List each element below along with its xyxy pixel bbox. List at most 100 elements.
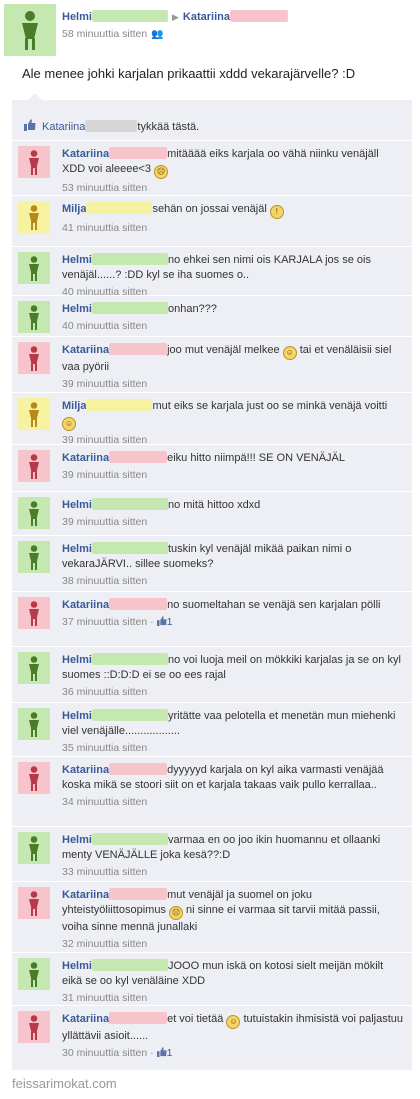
- like-count-value: 1: [166, 616, 173, 628]
- comment-time[interactable]: 31 minuuttia sitten: [62, 992, 147, 1004]
- redacted-name: [91, 498, 168, 510]
- smile-emoticon-icon: ☺: [282, 346, 297, 360]
- comment-body: Katariina joo mut venäjäl melkee ☺ tai et…: [62, 343, 404, 392]
- comment-time-row: 31 minuuttia sitten: [62, 991, 404, 1006]
- commenter-name[interactable]: Helmi: [62, 499, 92, 511]
- commenter-avatar[interactable]: [18, 762, 50, 794]
- comment: Helmi JOOO mun iskä on kotosi sielt meijä…: [12, 952, 412, 1006]
- commenter-name[interactable]: Milja: [62, 203, 86, 215]
- commenter-name[interactable]: Katariina: [62, 599, 109, 611]
- comment-like-count[interactable]: 1: [156, 616, 173, 628]
- commenter-name[interactable]: Katariina: [62, 148, 109, 160]
- commenter-name[interactable]: Katariina: [62, 764, 109, 776]
- commenter-avatar[interactable]: [18, 1011, 50, 1043]
- post-target[interactable]: Katariina: [183, 11, 230, 23]
- commenter-avatar[interactable]: [18, 708, 50, 740]
- redacted-name: [109, 763, 168, 775]
- comment-time[interactable]: 39 minuuttia sitten: [62, 469, 147, 481]
- frown-emoticon-icon: ☹: [169, 906, 183, 920]
- comment-body: Milja sehän on jossai venäjäl ! 41 minuutt…: [62, 202, 404, 236]
- comment-text: et voi tietää: [167, 1013, 224, 1025]
- like-count-value: 1: [166, 1047, 173, 1059]
- comment-text: sehän on jossai venäjäl: [152, 203, 267, 215]
- thumbs-up-icon: [24, 119, 36, 131]
- comment-time[interactable]: 36 minuuttia sitten: [62, 686, 147, 698]
- comment-time[interactable]: 41 minuuttia sitten: [62, 222, 147, 234]
- commenter-name[interactable]: Helmi: [62, 654, 92, 666]
- redacted-name: [109, 147, 168, 159]
- comment-time[interactable]: 39 minuuttia sitten: [62, 378, 147, 390]
- commenter-name[interactable]: Katariina: [62, 344, 109, 356]
- comment-time-row: 39 minuuttia sitten: [62, 377, 404, 392]
- commenter-name[interactable]: Helmi: [62, 303, 92, 315]
- commenter-avatar[interactable]: [18, 146, 50, 178]
- commenter-avatar[interactable]: [18, 342, 50, 374]
- commenter-name[interactable]: Helmi: [62, 543, 92, 555]
- commenter-avatar[interactable]: [18, 597, 50, 629]
- comment-time[interactable]: 39 minuuttia sitten: [62, 516, 147, 528]
- arrow-right-icon: ▶: [171, 12, 179, 22]
- thumbs-up-icon: [156, 616, 167, 626]
- commenter-name[interactable]: Katariina: [62, 452, 109, 464]
- comment-time[interactable]: 53 minuuttia sitten: [62, 182, 147, 194]
- comment-body: Katariina dyyyyyd karjala on kyl aika var…: [62, 763, 404, 810]
- commenter-name[interactable]: Helmi: [62, 834, 92, 846]
- commenter-avatar[interactable]: [18, 301, 50, 333]
- likes-label: tykkää tästä.: [137, 121, 200, 133]
- helmi-avatar[interactable]: [4, 4, 56, 56]
- comment-time[interactable]: 37 minuuttia sitten: [62, 616, 147, 628]
- comment-time[interactable]: 34 minuuttia sitten: [62, 796, 147, 808]
- redacted-name: [109, 598, 168, 610]
- comment-text: no mitä hittoo xdxd: [167, 499, 261, 511]
- comment-time[interactable]: 35 minuuttia sitten: [62, 742, 147, 754]
- comment-time[interactable]: 30 minuuttia sitten: [62, 1047, 147, 1059]
- redacted-name: [86, 202, 153, 214]
- post-text: Ale menee johki karjalan prikaattii xddd…: [22, 66, 356, 81]
- comment-time[interactable]: 33 minuuttia sitten: [62, 866, 147, 878]
- commenter-name[interactable]: Milja: [62, 400, 86, 412]
- comment: Helmi yritätte vaa pelotella et menetän m…: [12, 702, 412, 757]
- comment-body: Katariina et voi tietää ☺ tutuistakin ihm…: [62, 1012, 404, 1061]
- comment: Helmi no ehkei sen nimi ois KARJALA jos s…: [12, 246, 412, 298]
- comment: Helmi no voi luoja meil on mökkiki karjal…: [12, 646, 412, 703]
- comment-time-row: 40 minuuttia sitten: [62, 319, 404, 334]
- comment-text: mut eiks se karjala just oo se minkä ven…: [152, 400, 388, 412]
- comment-time-row: 53 minuuttia sitten: [62, 181, 404, 196]
- comment: Helmi tuskin kyl venäjäl mikää paikan nim…: [12, 535, 412, 592]
- commenter-avatar[interactable]: [18, 201, 50, 233]
- redacted-name: [86, 399, 153, 411]
- commenter-avatar[interactable]: [18, 541, 50, 573]
- commenter-avatar[interactable]: [18, 450, 50, 482]
- commenter-avatar[interactable]: [18, 652, 50, 684]
- separator: ·: [147, 1047, 157, 1059]
- redacted-name: [229, 10, 288, 22]
- comment-caret: [28, 93, 42, 100]
- post-time[interactable]: 58 minuuttia sitten: [62, 28, 147, 40]
- comment-time[interactable]: 38 minuuttia sitten: [62, 575, 147, 587]
- commenter-avatar[interactable]: [18, 398, 50, 430]
- redacted-name: [91, 653, 168, 665]
- comment: Helmi varmaa en oo joo ikin huomannu et o…: [12, 826, 412, 882]
- commenter-avatar[interactable]: [18, 252, 50, 284]
- post-author[interactable]: Helmi: [62, 11, 92, 23]
- comment-time[interactable]: 40 minuuttia sitten: [62, 320, 147, 332]
- thumbs-up-icon: [156, 1047, 167, 1057]
- commenter-name[interactable]: Helmi: [62, 710, 92, 722]
- commenter-avatar[interactable]: [18, 832, 50, 864]
- comment-like-count[interactable]: 1: [156, 1047, 173, 1059]
- liker-name[interactable]: Katariina: [42, 121, 85, 133]
- commenter-avatar[interactable]: [18, 497, 50, 529]
- commenter-name[interactable]: Katariina: [62, 889, 109, 901]
- comment-body: Helmi tuskin kyl venäjäl mikää paikan nim…: [62, 542, 404, 589]
- commenter-name[interactable]: Katariina: [62, 1013, 109, 1025]
- comment: Katariina no suomeltahan se venäjä sen ka…: [12, 591, 412, 647]
- separator: ·: [147, 616, 157, 628]
- comment-time[interactable]: 32 minuuttia sitten: [62, 938, 147, 950]
- commenter-avatar[interactable]: [18, 958, 50, 990]
- commenter-avatar[interactable]: [18, 887, 50, 919]
- commenter-name[interactable]: Helmi: [62, 254, 92, 266]
- comment-body: Helmi onhan??? 40 minuuttia sitten: [62, 302, 404, 334]
- commenter-name[interactable]: Helmi: [62, 960, 92, 972]
- comment-time-row: 34 minuuttia sitten: [62, 795, 404, 810]
- post-time-row: 58 minuuttia sitten 👥: [62, 28, 164, 40]
